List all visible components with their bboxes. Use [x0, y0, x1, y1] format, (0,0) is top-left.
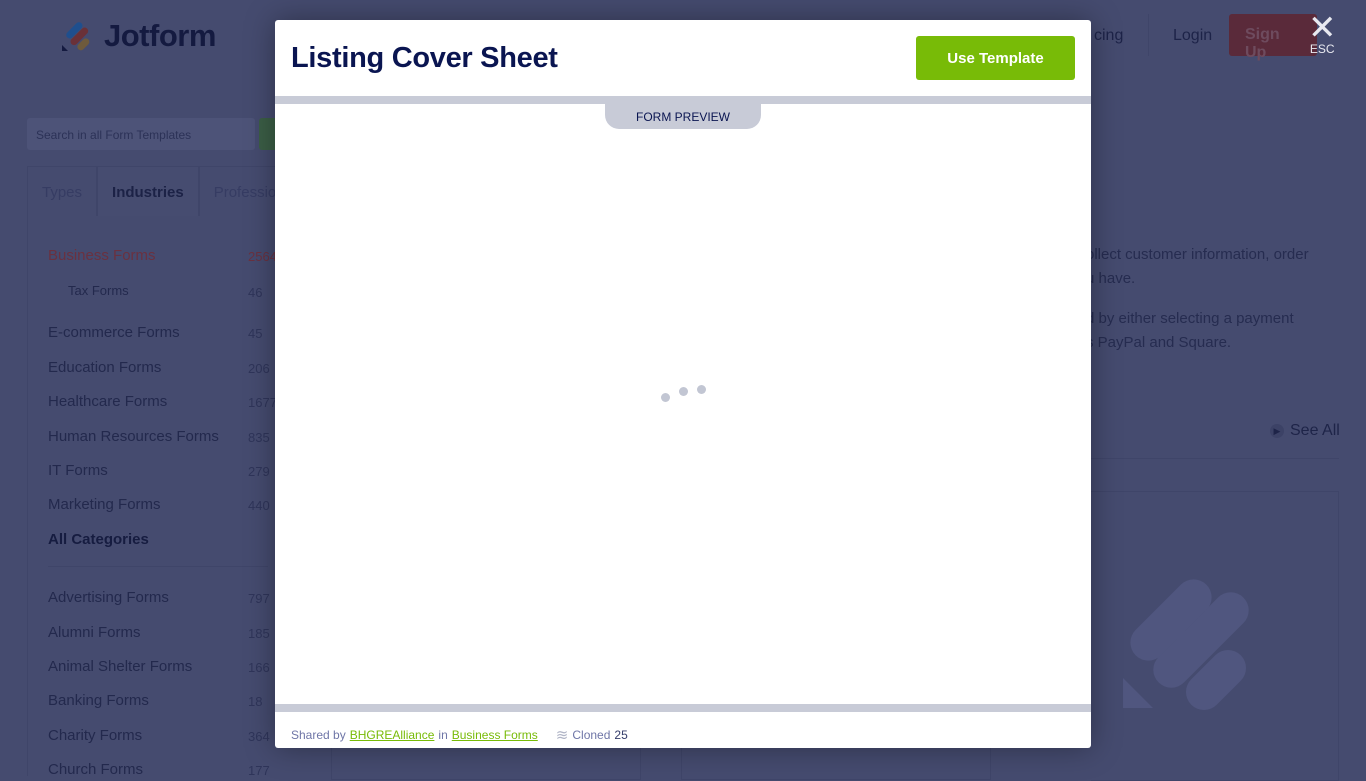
category-count: 797 — [248, 591, 270, 606]
category-count: 18 — [248, 694, 263, 709]
author-link[interactable]: BHGREAlliance — [350, 728, 435, 742]
category-item[interactable]: Healthcare Forms — [48, 393, 167, 410]
jotform-logo-icon — [62, 22, 90, 51]
use-template-button[interactable]: Use Template — [916, 36, 1075, 80]
category-count: 2564 — [248, 249, 277, 264]
description-text: u have. — [1086, 270, 1136, 287]
category-count: 45 — [248, 326, 263, 341]
close-icon: ✕ — [1308, 9, 1337, 47]
template-card[interactable] — [1091, 491, 1339, 781]
category-link[interactable]: Business Forms — [452, 728, 538, 742]
tab-industries[interactable]: Industries — [97, 166, 199, 216]
category-count: 835 — [248, 430, 270, 445]
category-item[interactable]: Education Forms — [48, 359, 161, 376]
category-item[interactable]: Human Resources Forms — [48, 428, 219, 445]
jotform-logo[interactable]: Jotform — [60, 18, 216, 54]
category-item[interactable]: Marketing Forms — [48, 496, 161, 513]
description-text: s PayPal and Square. — [1086, 334, 1232, 351]
layers-icon: ≋ — [555, 727, 569, 744]
search-input[interactable]: Search in all Form Templates — [27, 118, 255, 150]
category-item[interactable]: E-commerce Forms — [48, 324, 180, 341]
template-preview-modal: Listing Cover Sheet Use Template FORM PR… — [275, 20, 1091, 748]
category-count: 46 — [248, 285, 263, 300]
category-count: 206 — [248, 361, 270, 376]
category-item[interactable]: Alumni Forms — [48, 624, 141, 641]
nav-login[interactable]: Login — [1173, 27, 1212, 45]
category-count: 166 — [248, 660, 270, 675]
form-preview-label: FORM PREVIEW — [605, 104, 761, 129]
description-text: ollect customer information, order — [1086, 246, 1309, 263]
close-button[interactable]: ✕ ESC — [1308, 9, 1337, 56]
play-icon: ▶ — [1270, 424, 1284, 438]
category-item[interactable]: IT Forms — [48, 462, 108, 479]
category-item[interactable]: Animal Shelter Forms — [48, 658, 192, 675]
category-item[interactable]: Church Forms — [48, 761, 143, 778]
category-count: 177 — [248, 763, 270, 778]
nav-pricing[interactable]: cing — [1094, 27, 1123, 45]
category-count: 1677 — [248, 395, 277, 410]
category-item[interactable]: Tax Forms — [68, 283, 129, 298]
category-item[interactable]: All Categories — [48, 531, 149, 548]
signup-button[interactable]: Sign Up — [1229, 14, 1317, 61]
category-count: 364 — [248, 729, 270, 744]
category-item[interactable]: Business Forms — [48, 247, 156, 264]
description-text: d by either selecting a payment — [1086, 310, 1294, 327]
category-count: 185 — [248, 626, 270, 641]
see-all-link[interactable]: ▶ See All — [1270, 422, 1340, 440]
modal-footer: Shared by BHGREAlliance in Business Form… — [291, 727, 628, 744]
category-count: 440 — [248, 498, 270, 513]
category-count: 279 — [248, 464, 270, 479]
category-list: Business Forms 2564 Tax Forms 46 E-commerce … — [27, 216, 287, 778]
jotform-watermark-icon — [1123, 579, 1249, 711]
category-item[interactable]: Advertising Forms — [48, 589, 169, 606]
category-item[interactable]: Charity Forms — [48, 727, 142, 744]
modal-title: Listing Cover Sheet — [291, 41, 558, 74]
category-item[interactable]: Banking Forms — [48, 692, 149, 709]
tab-types[interactable]: Types — [27, 166, 98, 216]
